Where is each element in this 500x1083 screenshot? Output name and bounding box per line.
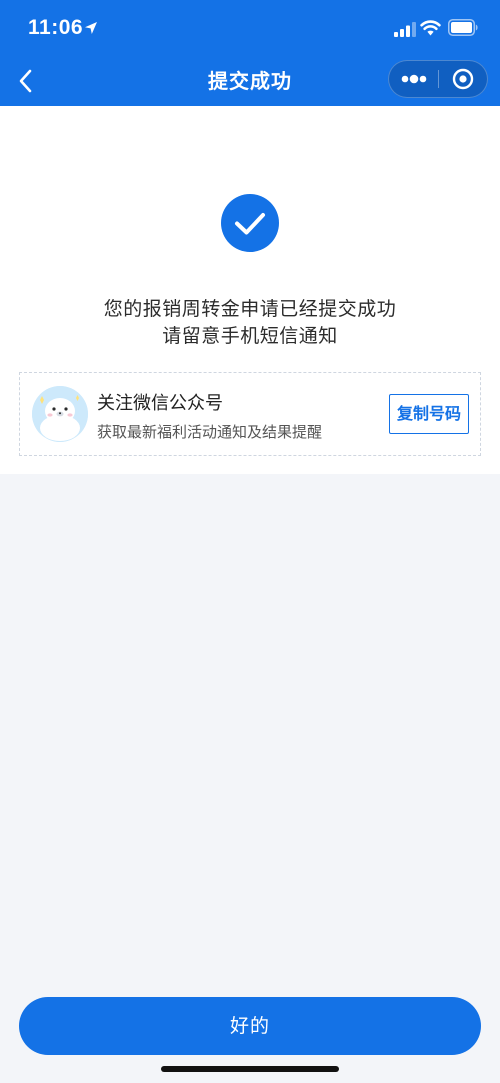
home-indicator — [161, 1066, 339, 1072]
official-account-avatar — [32, 386, 88, 442]
follow-official-account-card: 关注微信公众号 获取最新福利活动通知及结果提醒 复制号码 — [19, 372, 481, 456]
close-icon — [452, 68, 474, 90]
follow-title: 关注微信公众号 — [97, 393, 223, 414]
more-icon — [401, 74, 427, 84]
seal-mascot-avatar — [32, 386, 88, 442]
checkmark-circle-icon — [221, 194, 279, 252]
ok-button[interactable]: 好的 — [19, 997, 481, 1055]
sms-notice: 请留意手机短信通知 — [162, 325, 338, 347]
close-button[interactable] — [439, 61, 487, 97]
status-bar: 11:06 — [0, 0, 500, 56]
more-button[interactable] — [389, 61, 438, 97]
copy-number-button[interactable]: 复制号码 — [389, 394, 469, 434]
follow-subtitle: 获取最新福利活动通知及结果提醒 — [97, 423, 323, 441]
cellular-signal-icon — [394, 22, 416, 37]
result-panel: 您的报销周转金申请已经提交成功 请留意手机短信通知 关注微信公众号 获取最新福利… — [0, 106, 500, 474]
wifi-icon — [420, 20, 441, 36]
mini-program-capsule — [388, 60, 488, 98]
status-time: 11:06 — [28, 16, 84, 39]
app-header: 11:06 提交成功 — [0, 0, 500, 106]
navigation-bar: 提交成功 — [0, 56, 500, 106]
success-message: 您的报销周转金申请已经提交成功 — [103, 298, 397, 320]
location-arrow-icon — [85, 22, 97, 34]
battery-icon — [448, 19, 478, 36]
